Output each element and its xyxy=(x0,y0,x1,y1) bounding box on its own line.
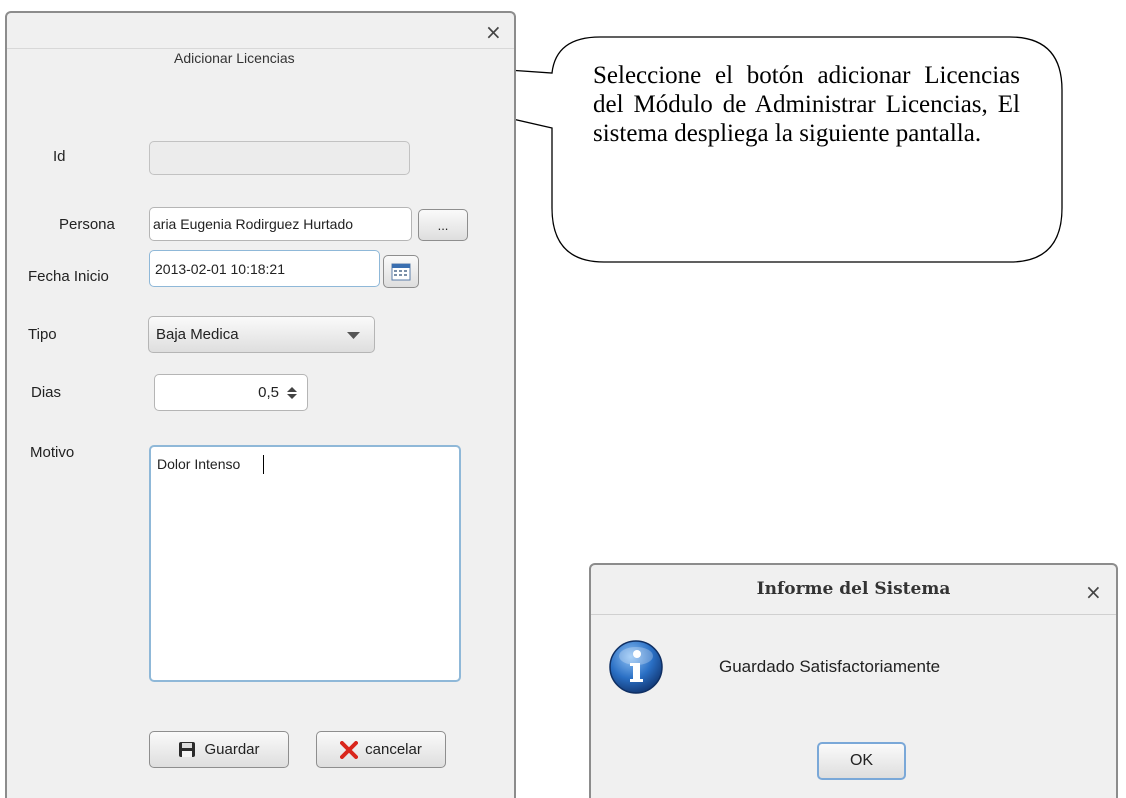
id-label: Id xyxy=(53,148,66,165)
tipo-select-value: Baja Medica xyxy=(156,326,239,343)
motivo-label: Motivo xyxy=(30,444,75,461)
persona-browse-button[interactable]: ... xyxy=(418,209,468,241)
text-caret xyxy=(263,455,264,474)
calendar-icon xyxy=(391,263,411,280)
tipo-select[interactable]: Baja Medica xyxy=(148,316,375,353)
dias-value: 0,5 xyxy=(258,384,279,401)
cancel-button-label: cancelar xyxy=(365,741,422,758)
tipo-label: Tipo xyxy=(28,326,57,343)
adicionar-licencias-dialog: × Adicionar Licencias Id Persona aria Eu… xyxy=(5,11,516,798)
dias-spinner[interactable]: 0,5 xyxy=(154,374,308,411)
dias-label: Dias xyxy=(31,384,62,401)
id-field[interactable] xyxy=(149,141,410,175)
chevron-down-icon xyxy=(347,332,360,339)
motivo-text: Dolor Intenso xyxy=(157,456,241,472)
spinner-arrows-icon[interactable] xyxy=(286,386,298,400)
fecha-inicio-label: Fecha Inicio xyxy=(28,268,109,285)
close-icon[interactable]: × xyxy=(1085,582,1102,602)
close-icon[interactable]: × xyxy=(485,22,502,42)
red-x-icon xyxy=(340,740,359,759)
informe-del-sistema-dialog: Informe del Sistema × Guardado Satisfact… xyxy=(589,563,1118,798)
dialog-heading: Adicionar Licencias xyxy=(174,50,295,66)
message-text: Guardado Satisfactoriamente xyxy=(719,657,941,676)
message-title: Informe del Sistema xyxy=(756,579,951,599)
cancel-button[interactable]: cancelar xyxy=(316,731,446,768)
fecha-inicio-field[interactable]: 2013-02-01 10:18:21 xyxy=(149,250,380,287)
motivo-textarea[interactable]: Dolor Intenso xyxy=(149,445,461,682)
persona-field[interactable]: aria Eugenia Rodirguez Hurtado xyxy=(149,207,412,241)
persona-label: Persona xyxy=(59,216,115,233)
save-button-label: Guardar xyxy=(204,741,260,758)
callout-text: Seleccione el botón adicionar Licencias … xyxy=(593,62,1020,147)
calendar-button[interactable] xyxy=(383,255,419,288)
floppy-disk-icon xyxy=(179,742,196,757)
dialog-titlebar xyxy=(7,13,514,49)
save-button[interactable]: Guardar xyxy=(149,731,289,768)
ok-button[interactable]: OK xyxy=(817,742,906,780)
info-icon xyxy=(609,640,663,694)
